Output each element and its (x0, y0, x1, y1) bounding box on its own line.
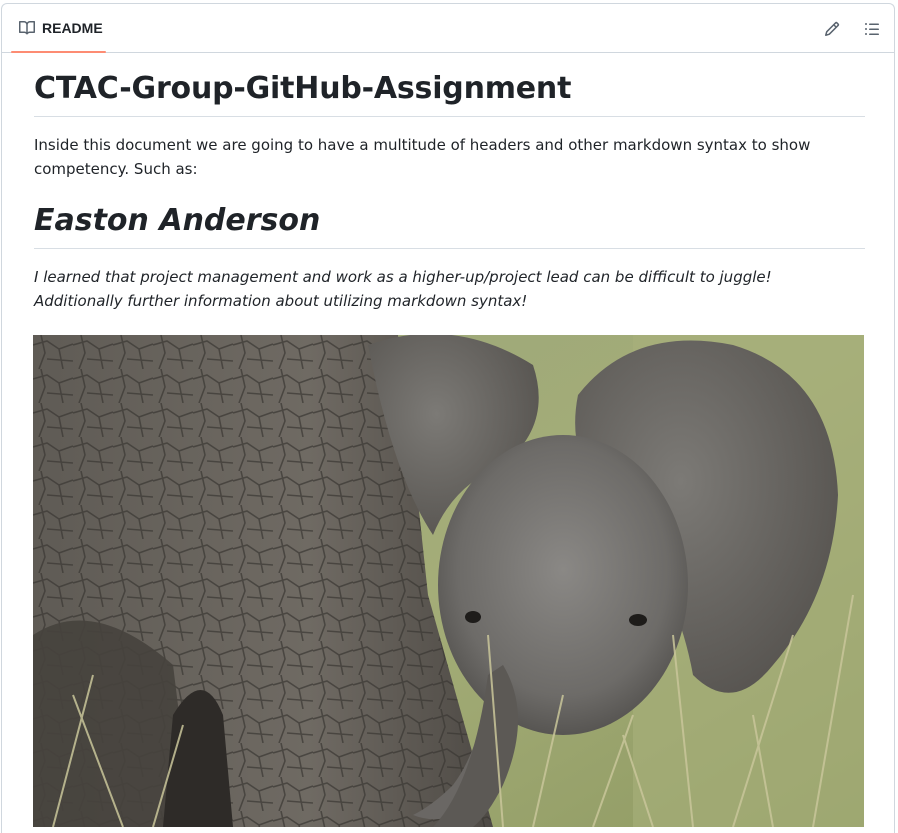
book-icon (19, 20, 35, 35)
section-heading: Easton Anderson (34, 181, 865, 249)
elephant-photo (33, 335, 864, 827)
edit-file-button[interactable] (821, 18, 843, 40)
readme-title: CTAC-Group-GitHub-Assignment (34, 53, 865, 117)
intro-paragraph: Inside this document we are going to hav… (34, 136, 811, 178)
section-paragraph: I learned that project management and wo… (34, 268, 772, 310)
readme-tab[interactable]: README (11, 4, 106, 52)
readme-tabbar: README (2, 4, 894, 53)
readme-tab-label: README (42, 20, 103, 36)
list-unordered-icon (865, 23, 879, 35)
readme-content: CTAC-Group-GitHub-Assignment Inside this… (34, 53, 865, 313)
pencil-icon (824, 21, 840, 37)
outline-button[interactable] (861, 18, 883, 40)
